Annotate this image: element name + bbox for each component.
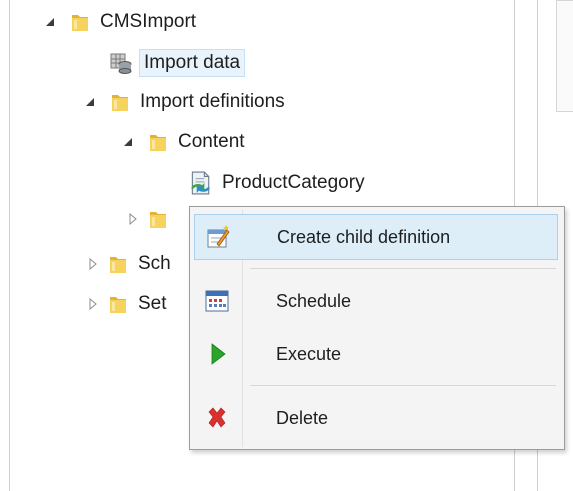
menu-separator	[250, 385, 556, 386]
menu-item-delete[interactable]: Delete	[194, 395, 558, 441]
play-icon	[211, 343, 226, 365]
folder-icon	[110, 297, 126, 313]
tree-node-import-definitions[interactable]: Import definitions	[84, 88, 285, 116]
create-definition-icon	[207, 225, 230, 248]
tree-node-settings[interactable]: Set	[88, 290, 167, 318]
folder-icon	[150, 135, 166, 151]
triangle-expanded-icon[interactable]	[122, 136, 134, 148]
content-panel-edge	[556, 0, 573, 112]
tree-label-productcategory: ProductCategory	[222, 172, 365, 193]
menu-item-create-child-definition[interactable]: Create child definition	[194, 214, 558, 260]
menu-label-create-child-definition: Create child definition	[277, 226, 451, 247]
folder-icon	[72, 15, 88, 31]
database-icon	[110, 53, 132, 74]
tree-node-content[interactable]: Content	[122, 128, 245, 156]
tree-label-schedules: Sch	[138, 253, 171, 274]
folder-icon	[150, 212, 166, 228]
context-menu: Create child definition Schedule Execute…	[189, 206, 565, 450]
calendar-icon	[205, 290, 229, 312]
menu-item-schedule[interactable]: Schedule	[194, 278, 558, 324]
definition-icon	[191, 171, 210, 195]
tree-label-cmsimport: CMSImport	[100, 11, 197, 32]
delete-x-icon	[208, 407, 226, 428]
menu-item-execute[interactable]: Execute	[194, 331, 558, 377]
menu-label-schedule: Schedule	[276, 290, 352, 311]
tree-label-settings: Set	[138, 293, 167, 314]
tree-pane-right-border	[9, 0, 10, 491]
tree-node-productcategory[interactable]: ProductCategory	[188, 169, 365, 197]
tree-node-schedules[interactable]: Sch	[88, 250, 171, 278]
tree-node-import-data[interactable]: Import data	[110, 49, 246, 77]
menu-label-execute: Execute	[276, 343, 342, 364]
folder-icon	[112, 95, 128, 111]
tree-label-import-data: Import data	[139, 49, 246, 77]
triangle-expanded-icon[interactable]	[44, 16, 56, 28]
menu-label-delete: Delete	[276, 407, 329, 428]
tree-label-content: Content	[178, 131, 245, 152]
triangle-collapsed-icon[interactable]	[128, 213, 138, 225]
triangle-expanded-icon[interactable]	[84, 96, 96, 108]
tree-node-cmsimport[interactable]: CMSImport	[44, 8, 196, 36]
menu-separator	[250, 268, 556, 269]
triangle-collapsed-icon[interactable]	[88, 298, 98, 310]
tree-node-collapsed-folder[interactable]	[128, 205, 178, 233]
triangle-collapsed-icon[interactable]	[88, 258, 98, 270]
tree-label-import-definitions: Import definitions	[140, 91, 285, 112]
folder-icon	[110, 257, 126, 273]
